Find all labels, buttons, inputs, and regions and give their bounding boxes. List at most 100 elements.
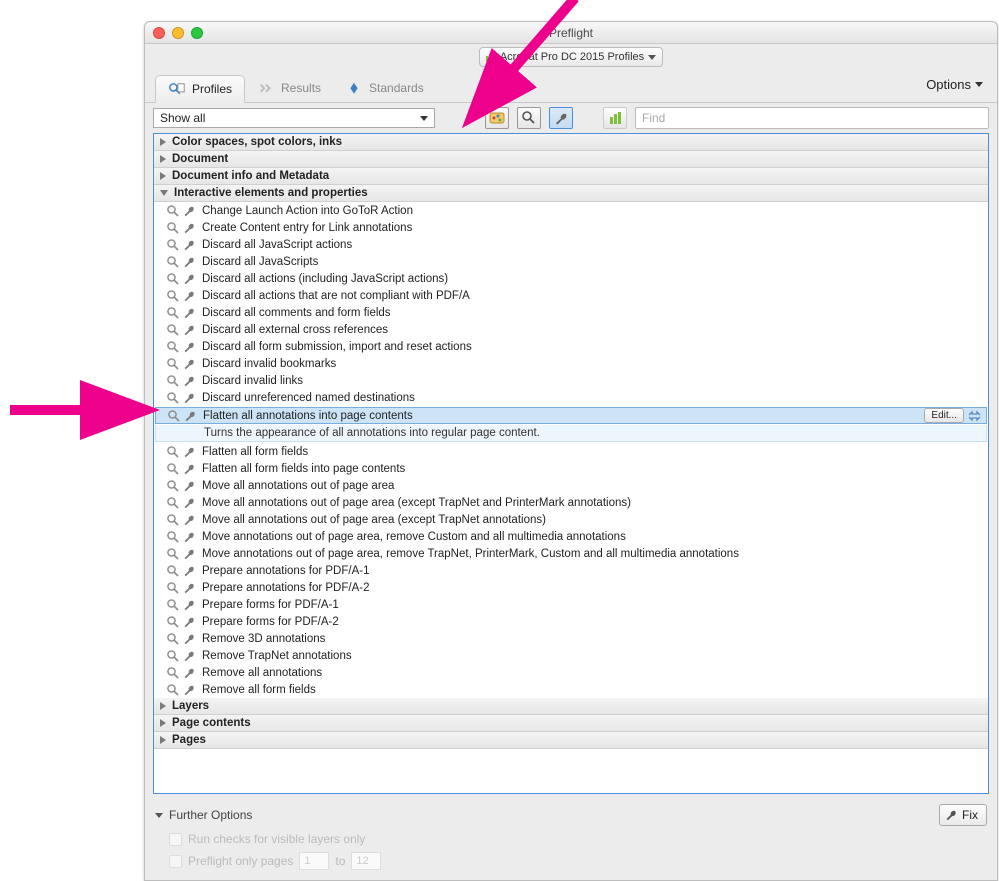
close-window-button[interactable] — [153, 27, 165, 39]
fixups-list[interactable]: Color spaces, spot colors, inks Document… — [153, 133, 989, 794]
list-item[interactable]: Discard invalid links — [154, 372, 988, 389]
list-item-label: Discard unreferenced named destinations — [202, 392, 415, 404]
page-from-input[interactable]: 1 — [299, 852, 329, 870]
wrench-icon — [182, 445, 196, 459]
magnifier-icon — [166, 479, 180, 493]
list-item[interactable]: Move all annotations out of page area (e… — [154, 494, 988, 511]
list-item[interactable]: Flatten all form fields into page conten… — [154, 460, 988, 477]
filter-dropdown[interactable]: Show all — [153, 108, 435, 128]
list-item[interactable]: Discard all actions that are not complia… — [154, 287, 988, 304]
magnifier-icon — [166, 462, 180, 476]
further-options-toggle[interactable]: Further Options — [155, 808, 252, 822]
options-menu[interactable]: Options — [926, 77, 983, 92]
tab-standards-label: Standards — [369, 81, 424, 95]
library-button[interactable] — [603, 107, 627, 129]
zoom-window-button[interactable] — [191, 27, 203, 39]
wrench-icon — [182, 272, 196, 286]
list-item[interactable]: Change Launch Action into GoToR Action — [154, 202, 988, 219]
list-item-label: Prepare forms for PDF/A-2 — [202, 616, 339, 628]
chevron-down-icon — [648, 55, 656, 60]
list-item[interactable]: Discard unreferenced named destinations — [154, 389, 988, 406]
filter-dropdown-label: Show all — [160, 111, 205, 125]
checkbox[interactable] — [169, 833, 182, 846]
group-document-info[interactable]: Document info and Metadata — [154, 168, 988, 185]
page-to-input[interactable]: 12 — [351, 852, 381, 870]
list-item[interactable]: Remove all form fields — [154, 681, 988, 698]
wrench-icon — [182, 221, 196, 235]
wrench-icon — [182, 547, 196, 561]
wrench-icon — [182, 238, 196, 252]
list-item[interactable]: Prepare forms for PDF/A-1 — [154, 596, 988, 613]
find-placeholder: Find — [642, 111, 665, 125]
tab-profiles[interactable]: Profiles — [155, 75, 245, 103]
list-item[interactable]: Move annotations out of page area, remov… — [154, 528, 988, 545]
magnifier-icon — [166, 289, 180, 303]
list-item-label: Discard all external cross references — [202, 324, 388, 336]
list-item-label: Discard all actions (including JavaScrip… — [202, 273, 448, 285]
list-item-label: Move annotations out of page area, remov… — [202, 531, 626, 543]
list-item-label: Discard all JavaScripts — [202, 256, 318, 268]
options-menu-label: Options — [926, 77, 971, 92]
run-checks-option: Run checks for visible layers only — [155, 832, 987, 846]
group-pages[interactable]: Pages — [154, 732, 988, 749]
list-item[interactable]: Remove TrapNet annotations — [154, 647, 988, 664]
group-interactive[interactable]: Interactive elements and properties — [154, 185, 988, 202]
magnifier-icon — [166, 496, 180, 510]
chevron-down-icon — [155, 813, 163, 818]
fix-button[interactable]: Fix — [939, 804, 987, 826]
wrench-icon — [182, 649, 196, 663]
magnifier-icon — [166, 581, 180, 595]
find-input[interactable]: Find — [635, 107, 989, 129]
list-item[interactable]: Prepare forms for PDF/A-2 — [154, 613, 988, 630]
list-item[interactable]: Remove 3D annotations — [154, 630, 988, 647]
list-item-label: Remove TrapNet annotations — [202, 650, 352, 662]
magnifier-icon — [166, 683, 180, 697]
list-item-label: Discard invalid links — [202, 375, 303, 387]
list-item[interactable]: Move annotations out of page area, remov… — [154, 545, 988, 562]
list-item-label: Prepare annotations for PDF/A-1 — [202, 565, 369, 577]
edit-button[interactable]: Edit... — [924, 408, 964, 423]
wrench-icon — [182, 306, 196, 320]
list-item[interactable]: Discard invalid bookmarks — [154, 355, 988, 372]
list-item[interactable]: Flatten all annotations into page conten… — [155, 407, 987, 424]
group-layers[interactable]: Layers — [154, 698, 988, 715]
list-item[interactable]: Flatten all form fields — [154, 443, 988, 460]
list-item-label: Discard all actions that are not complia… — [202, 290, 470, 302]
list-item[interactable]: Prepare annotations for PDF/A-2 — [154, 579, 988, 596]
list-item-label: Prepare forms for PDF/A-1 — [202, 599, 339, 611]
list-item-label: Discard all JavaScript actions — [202, 239, 352, 251]
magnifier-icon — [166, 391, 180, 405]
list-item-label: Move all annotations out of page area (e… — [202, 497, 631, 509]
bars-icon — [610, 112, 621, 124]
list-item-label: Discard all form submission, import and … — [202, 341, 472, 353]
checkbox[interactable] — [169, 855, 182, 868]
group-document[interactable]: Document — [154, 151, 988, 168]
magnifier-icon — [166, 649, 180, 663]
magnifier-icon — [166, 238, 180, 252]
list-item-label: Change Launch Action into GoToR Action — [202, 205, 413, 217]
list-item[interactable]: Move all annotations out of page area — [154, 477, 988, 494]
standards-icon — [345, 81, 363, 95]
list-item-label: Flatten all annotations into page conten… — [203, 410, 413, 422]
list-item[interactable]: Discard all actions (including JavaScrip… — [154, 270, 988, 287]
list-item[interactable]: Discard all JavaScript actions — [154, 236, 988, 253]
tab-results[interactable]: Results — [245, 74, 333, 102]
list-item[interactable]: Discard all JavaScripts — [154, 253, 988, 270]
list-item[interactable]: Move all annotations out of page area (e… — [154, 511, 988, 528]
magnifier-icon — [167, 409, 181, 423]
expand-icon[interactable] — [968, 410, 982, 422]
list-item-label: Create Content entry for Link annotation… — [202, 222, 412, 234]
list-item[interactable]: Remove all annotations — [154, 664, 988, 681]
list-item[interactable]: Discard all comments and form fields — [154, 304, 988, 321]
list-item-label: Move annotations out of page area, remov… — [202, 548, 739, 560]
list-item[interactable]: Discard all external cross references — [154, 321, 988, 338]
wrench-icon — [182, 632, 196, 646]
group-color-spaces[interactable]: Color spaces, spot colors, inks — [154, 134, 988, 151]
group-page-contents[interactable]: Page contents — [154, 715, 988, 732]
list-item[interactable]: Create Content entry for Link annotation… — [154, 219, 988, 236]
tab-standards[interactable]: Standards — [333, 74, 436, 102]
list-item[interactable]: Discard all form submission, import and … — [154, 338, 988, 355]
list-item[interactable]: Prepare annotations for PDF/A-1 — [154, 562, 988, 579]
wrench-icon — [182, 289, 196, 303]
minimize-window-button[interactable] — [172, 27, 184, 39]
